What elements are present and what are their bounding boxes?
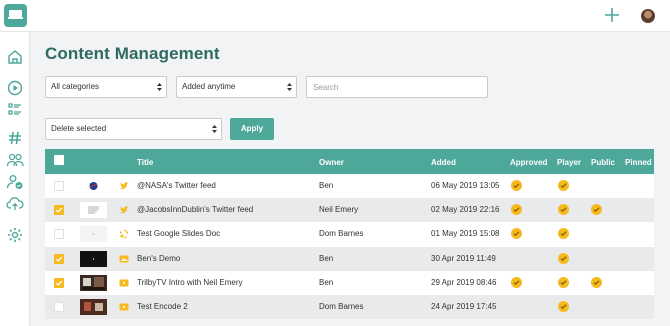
column-approved[interactable]: Approved [510,158,547,167]
player-check-icon[interactable] [558,300,569,312]
approved-check-icon[interactable] [511,204,522,216]
play-icon[interactable] [6,79,24,97]
column-title[interactable]: Title [137,158,153,167]
category-select[interactable]: All categories [45,76,167,98]
twitter-icon [119,181,129,191]
slides-icon [119,229,129,239]
column-owner[interactable]: Owner [319,158,344,167]
select-caret-icon [287,83,292,91]
row-added: 30 Apr 2019 11:49 [431,253,496,263]
video-icon [119,302,129,312]
users-icon[interactable] [6,151,24,169]
time-select-value: Added anytime [182,82,236,91]
public-check-icon[interactable] [591,276,602,288]
row-title[interactable]: TrilbyTV Intro with Neil Emery [137,278,243,287]
user-check-icon[interactable] [6,173,24,191]
column-player[interactable]: Player [557,158,581,167]
bulk-action-value: Delete selected [51,124,107,133]
table-row[interactable]: Test Google Slides Doc Dom Barnes 01 May 2… [45,222,654,247]
row-owner: Dom Barnes [319,301,364,311]
row-owner: Neil Emery [319,205,359,215]
table-row[interactable]: TrilbyTV Intro with Neil Emery Ben 29 Apr … [45,270,654,295]
row-title[interactable]: Test Encode 2 [137,302,188,311]
content-thumbnail[interactable] [80,178,107,194]
row-checkbox[interactable] [54,181,64,191]
tv-logo-icon[interactable] [4,4,27,27]
row-added: 29 Apr 2019 08:46 [431,277,497,287]
row-added: 01 May 2019 15:08 [431,229,500,239]
approved-check-icon[interactable] [511,276,522,288]
player-check-icon[interactable] [558,180,569,191]
bulk-action-select[interactable]: Delete selected [45,118,222,140]
table-row[interactable]: Test Encode 2 Dom Barnes 24 Apr 2019 17:45 [45,294,654,320]
row-added: 24 Apr 2019 17:45 [431,301,497,311]
row-checkbox[interactable] [54,229,64,240]
content-thumbnail[interactable] [80,226,107,243]
sidebar [0,32,30,326]
gear-icon[interactable] [6,226,24,244]
player-check-icon[interactable] [558,228,569,240]
content-thumbnail[interactable] [80,274,107,291]
row-owner: Ben [319,277,334,287]
hashtag-icon[interactable] [6,129,24,147]
select-caret-icon [157,83,162,91]
row-owner: Dom Barnes [319,229,364,239]
row-owner: Ben [319,181,334,190]
row-owner: Ben [319,253,334,263]
row-checkbox[interactable] [54,205,64,216]
column-pinned[interactable]: Pinned [625,158,652,167]
column-public[interactable]: Public [591,158,615,167]
table-row[interactable]: @JacobsInnDublin's Twitter feed Neil Emer… [45,198,654,223]
image-icon [119,254,129,264]
time-select[interactable]: Added anytime [176,76,297,98]
row-title[interactable]: @JacobsInnDublin's Twitter feed [137,205,253,214]
player-check-icon[interactable] [558,276,569,288]
page-title: Content Management [45,44,220,63]
table-row[interactable]: @NASA's Twitter feed Ben 06 May 2019 13:05 [45,174,654,199]
home-icon[interactable] [6,48,24,66]
content-table: Title Owner Added Approved Player Public… [45,149,654,320]
row-checkbox[interactable] [54,253,64,264]
row-checkbox[interactable] [54,301,64,312]
row-title[interactable]: Ben's Demo [137,254,180,263]
player-check-icon[interactable] [558,204,569,216]
list-icon[interactable] [6,100,24,118]
user-avatar[interactable] [641,9,655,23]
select-caret-icon [212,125,217,133]
select-all-checkbox[interactable] [54,155,64,165]
top-bar [0,0,670,32]
row-checkbox[interactable] [54,277,64,288]
approved-check-icon[interactable] [511,180,522,191]
search-input[interactable]: Search [306,76,488,98]
plus-icon[interactable] [604,7,620,23]
twitter-icon [119,205,129,215]
cloud-upload-icon[interactable] [6,195,24,213]
public-check-icon[interactable] [591,204,602,216]
apply-button[interactable]: Apply [230,118,274,140]
row-title[interactable]: Test Google Slides Doc [137,229,220,238]
row-added: 02 May 2019 22:16 [431,205,500,215]
content-thumbnail[interactable] [80,202,107,219]
column-added[interactable]: Added [431,158,456,167]
category-select-value: All categories [51,82,100,91]
table-row[interactable]: Ben's Demo Ben 30 Apr 2019 11:49 [45,246,654,271]
table-body: @NASA's Twitter feed Ben 06 May 2019 13:05… [45,174,654,320]
row-added: 06 May 2019 13:05 [431,181,500,190]
content-thumbnail[interactable] [80,298,107,315]
player-check-icon[interactable] [558,252,569,264]
video-icon [119,278,129,288]
approved-check-icon[interactable] [511,228,522,240]
content-thumbnail[interactable] [80,250,107,267]
row-title[interactable]: @NASA's Twitter feed [137,181,216,190]
table-header: Title Owner Added Approved Player Public… [45,149,654,174]
